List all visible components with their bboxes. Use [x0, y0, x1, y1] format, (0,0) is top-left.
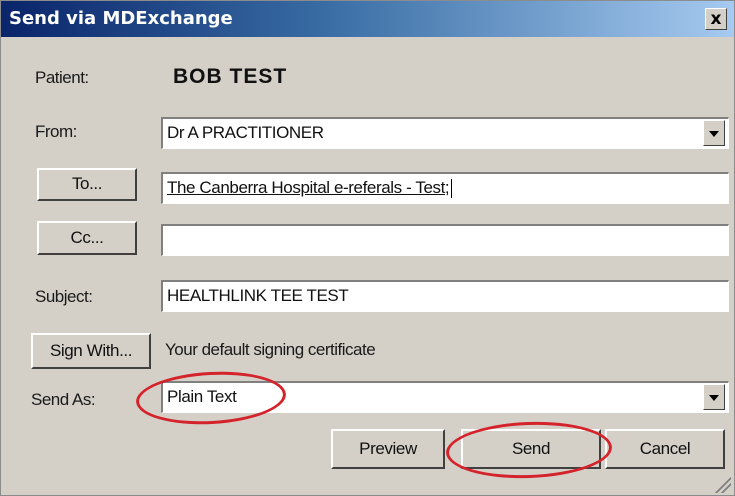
patient-label: Patient:: [35, 68, 89, 87]
subject-label: Subject:: [35, 287, 93, 306]
from-dropdown-arrow-icon[interactable]: [703, 120, 725, 146]
preview-button[interactable]: Preview: [331, 429, 445, 469]
from-value: Dr A PRACTITIONER: [167, 123, 324, 142]
to-button[interactable]: To...: [37, 168, 137, 201]
window-title: Send via MDExchange: [9, 8, 233, 29]
send-button[interactable]: Send: [461, 429, 601, 469]
from-label: From:: [35, 122, 77, 141]
sign-with-button[interactable]: Sign With...: [31, 333, 151, 369]
send-as-dropdown-arrow-icon[interactable]: [703, 384, 725, 410]
close-button[interactable]: x: [705, 8, 727, 30]
send-as-label: Send As:: [31, 390, 96, 409]
patient-name: BOB TEST: [173, 65, 288, 88]
text-cursor: [451, 179, 453, 199]
cc-button[interactable]: Cc...: [37, 221, 137, 255]
cc-field[interactable]: [161, 224, 729, 256]
send-as-select[interactable]: Plain Text: [161, 381, 729, 413]
title-bar[interactable]: Send via MDExchange x: [1, 1, 734, 37]
signing-certificate-text: Your default signing certificate: [165, 340, 376, 359]
from-select[interactable]: Dr A PRACTITIONER: [161, 117, 729, 149]
to-recipient-link[interactable]: The Canberra Hospital e-referals - Test;: [167, 178, 450, 197]
to-field[interactable]: The Canberra Hospital e-referals - Test;: [161, 172, 729, 204]
send-dialog: Send via MDExchange x Patient: BOB TEST …: [0, 0, 735, 496]
resize-grip-icon[interactable]: [713, 475, 731, 493]
cancel-button[interactable]: Cancel: [605, 429, 725, 469]
subject-field[interactable]: HEALTHLINK TEE TEST: [161, 280, 729, 312]
send-as-value: Plain Text: [167, 387, 237, 406]
